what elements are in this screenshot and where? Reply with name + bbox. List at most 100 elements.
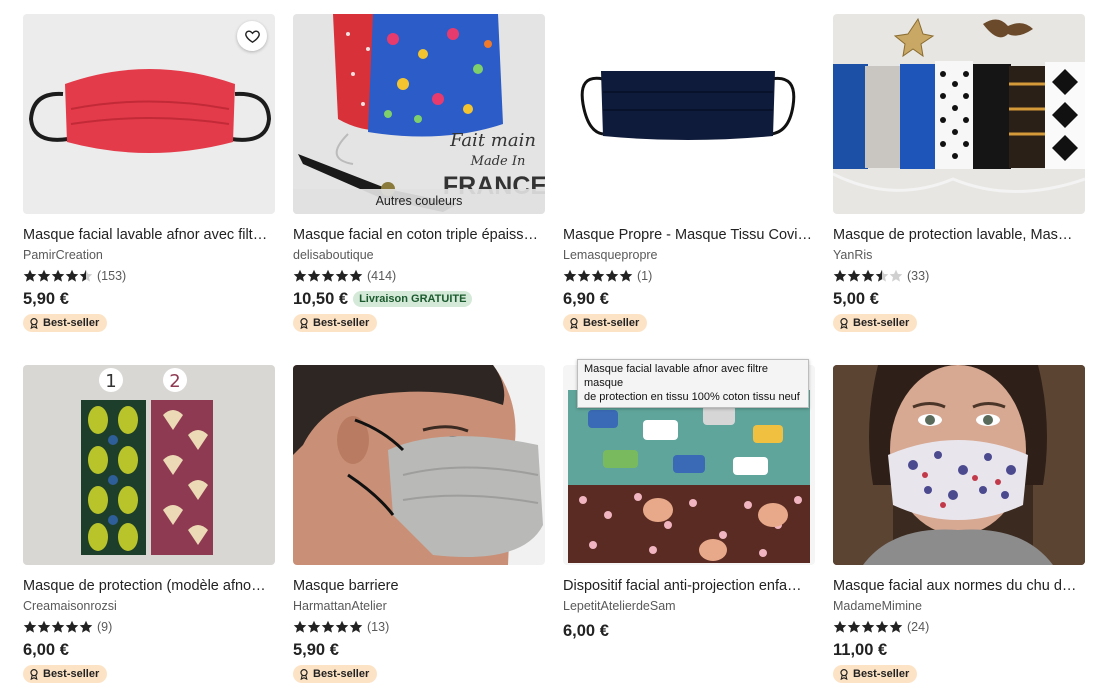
shop-name: HarmattanAtelier bbox=[293, 599, 387, 613]
product-title[interactable]: Masque facial lavable afnor avec filt… bbox=[23, 226, 275, 244]
award-icon bbox=[840, 317, 848, 329]
award-icon bbox=[570, 317, 578, 329]
product-image[interactable]: Fait main Made In FRANCE Autres couleurs bbox=[293, 14, 545, 214]
shop-name: MadameMimine bbox=[833, 599, 922, 613]
product-card[interactable]: Fait main Made In FRANCE Autres couleurs… bbox=[293, 14, 545, 334]
rating: (33) bbox=[833, 267, 1085, 284]
star-icon bbox=[847, 269, 861, 282]
product-card[interactable]: Masque barriere HarmattanAtelier (13) 5,… bbox=[293, 365, 545, 685]
star-icon bbox=[23, 620, 37, 633]
price: 5,90 € bbox=[293, 640, 339, 659]
product-card[interactable]: Masque facial lavable afnor avec filt… P… bbox=[23, 14, 275, 334]
product-card[interactable]: Masque Propre - Masque Tissu Covi… Lemas… bbox=[563, 14, 815, 334]
price: 6,90 € bbox=[563, 289, 609, 308]
price: 5,90 € bbox=[23, 289, 69, 308]
free-shipping-badge: Livraison GRATUITE bbox=[353, 291, 473, 307]
bestseller-badge: Best-seller bbox=[563, 314, 648, 332]
price: 6,00 € bbox=[563, 621, 609, 640]
favorite-button[interactable] bbox=[237, 21, 267, 51]
star-icon bbox=[37, 620, 51, 633]
shop-name: LepetitAtelierdeSam bbox=[563, 599, 676, 613]
star-rating bbox=[293, 620, 363, 634]
shop-name: Lemasquepropre bbox=[563, 248, 658, 262]
star-icon bbox=[889, 269, 903, 282]
rating: (24) bbox=[833, 618, 1085, 635]
svg-text:1: 1 bbox=[105, 371, 116, 392]
review-count: (33) bbox=[907, 268, 930, 283]
star-rating bbox=[563, 269, 633, 283]
star-icon bbox=[889, 620, 903, 633]
star-icon bbox=[321, 269, 335, 282]
product-title[interactable]: Dispositif facial anti-projection enfa… bbox=[563, 577, 815, 595]
star-rating bbox=[833, 269, 903, 283]
review-count: (414) bbox=[367, 268, 397, 283]
star-icon bbox=[293, 269, 307, 282]
star-icon bbox=[51, 620, 65, 633]
product-title[interactable]: Masque barriere bbox=[293, 577, 545, 595]
title-tooltip: Masque facial lavable afnor avec filtre … bbox=[577, 359, 809, 408]
review-count: (1) bbox=[637, 268, 653, 283]
award-icon bbox=[300, 317, 308, 329]
star-icon bbox=[307, 620, 321, 633]
product-card[interactable]: 1 2 Masque de protection (modèle afno… C… bbox=[23, 365, 275, 685]
star-icon bbox=[577, 269, 591, 282]
star-rating bbox=[833, 620, 903, 634]
price: 10,50 € bbox=[293, 289, 349, 308]
product-image[interactable]: 1 2 bbox=[23, 365, 275, 565]
star-icon bbox=[65, 269, 79, 282]
other-colors-label[interactable]: Autres couleurs bbox=[293, 189, 545, 214]
star-icon bbox=[51, 269, 65, 282]
star-icon bbox=[349, 620, 363, 633]
product-title[interactable]: Masque Propre - Masque Tissu Covi… bbox=[563, 226, 815, 244]
product-image[interactable] bbox=[833, 14, 1085, 214]
product-card[interactable]: Masque facial aux normes du chu d… Madam… bbox=[833, 365, 1085, 685]
star-icon bbox=[875, 620, 889, 633]
star-icon bbox=[591, 269, 605, 282]
award-icon bbox=[840, 668, 848, 680]
star-icon bbox=[307, 269, 321, 282]
rating: (13) bbox=[293, 618, 545, 635]
rating: (9) bbox=[23, 618, 275, 635]
shop-name: PamirCreation bbox=[23, 248, 103, 262]
star-icon bbox=[861, 620, 875, 633]
bestseller-badge: Best-seller bbox=[833, 665, 918, 683]
star-icon bbox=[605, 269, 619, 282]
product-image[interactable] bbox=[563, 14, 815, 214]
star-icon bbox=[37, 269, 51, 282]
review-count: (153) bbox=[97, 268, 127, 283]
bestseller-badge: Best-seller bbox=[23, 314, 108, 332]
product-title[interactable]: Masque de protection (modèle afno… bbox=[23, 577, 275, 595]
product-card[interactable]: Masque de protection lavable, Mas… YanRi… bbox=[833, 14, 1085, 334]
star-icon bbox=[875, 269, 889, 282]
shop-name: delisaboutique bbox=[293, 248, 374, 262]
review-count: (24) bbox=[907, 619, 930, 634]
star-icon bbox=[335, 620, 349, 633]
star-icon bbox=[833, 620, 847, 633]
star-icon bbox=[861, 269, 875, 282]
product-title[interactable]: Masque de protection lavable, Mas… bbox=[833, 226, 1085, 244]
star-icon bbox=[65, 620, 79, 633]
star-icon bbox=[321, 620, 335, 633]
rating: (414) bbox=[293, 267, 545, 284]
review-count: (13) bbox=[367, 619, 390, 634]
product-title[interactable]: Masque facial en coton triple épaiss… bbox=[293, 226, 545, 244]
star-icon bbox=[293, 620, 307, 633]
svg-text:Fait main: Fait main bbox=[449, 130, 536, 151]
product-title[interactable]: Masque facial aux normes du chu d… bbox=[833, 577, 1085, 595]
product-image[interactable] bbox=[833, 365, 1085, 565]
price: 5,00 € bbox=[833, 289, 879, 308]
award-icon bbox=[30, 317, 38, 329]
product-image[interactable] bbox=[293, 365, 545, 565]
shop-name: YanRis bbox=[833, 248, 873, 262]
svg-text:Made In: Made In bbox=[470, 154, 526, 169]
star-icon bbox=[847, 620, 861, 633]
bestseller-badge: Best-seller bbox=[23, 665, 108, 683]
star-rating bbox=[23, 269, 93, 283]
shop-name: Creamaisonrozsi bbox=[23, 599, 117, 613]
star-icon bbox=[79, 269, 93, 282]
star-icon bbox=[79, 620, 93, 633]
bestseller-badge: Best-seller bbox=[293, 314, 378, 332]
star-icon bbox=[619, 269, 633, 282]
star-icon bbox=[833, 269, 847, 282]
product-image[interactable] bbox=[23, 14, 275, 214]
